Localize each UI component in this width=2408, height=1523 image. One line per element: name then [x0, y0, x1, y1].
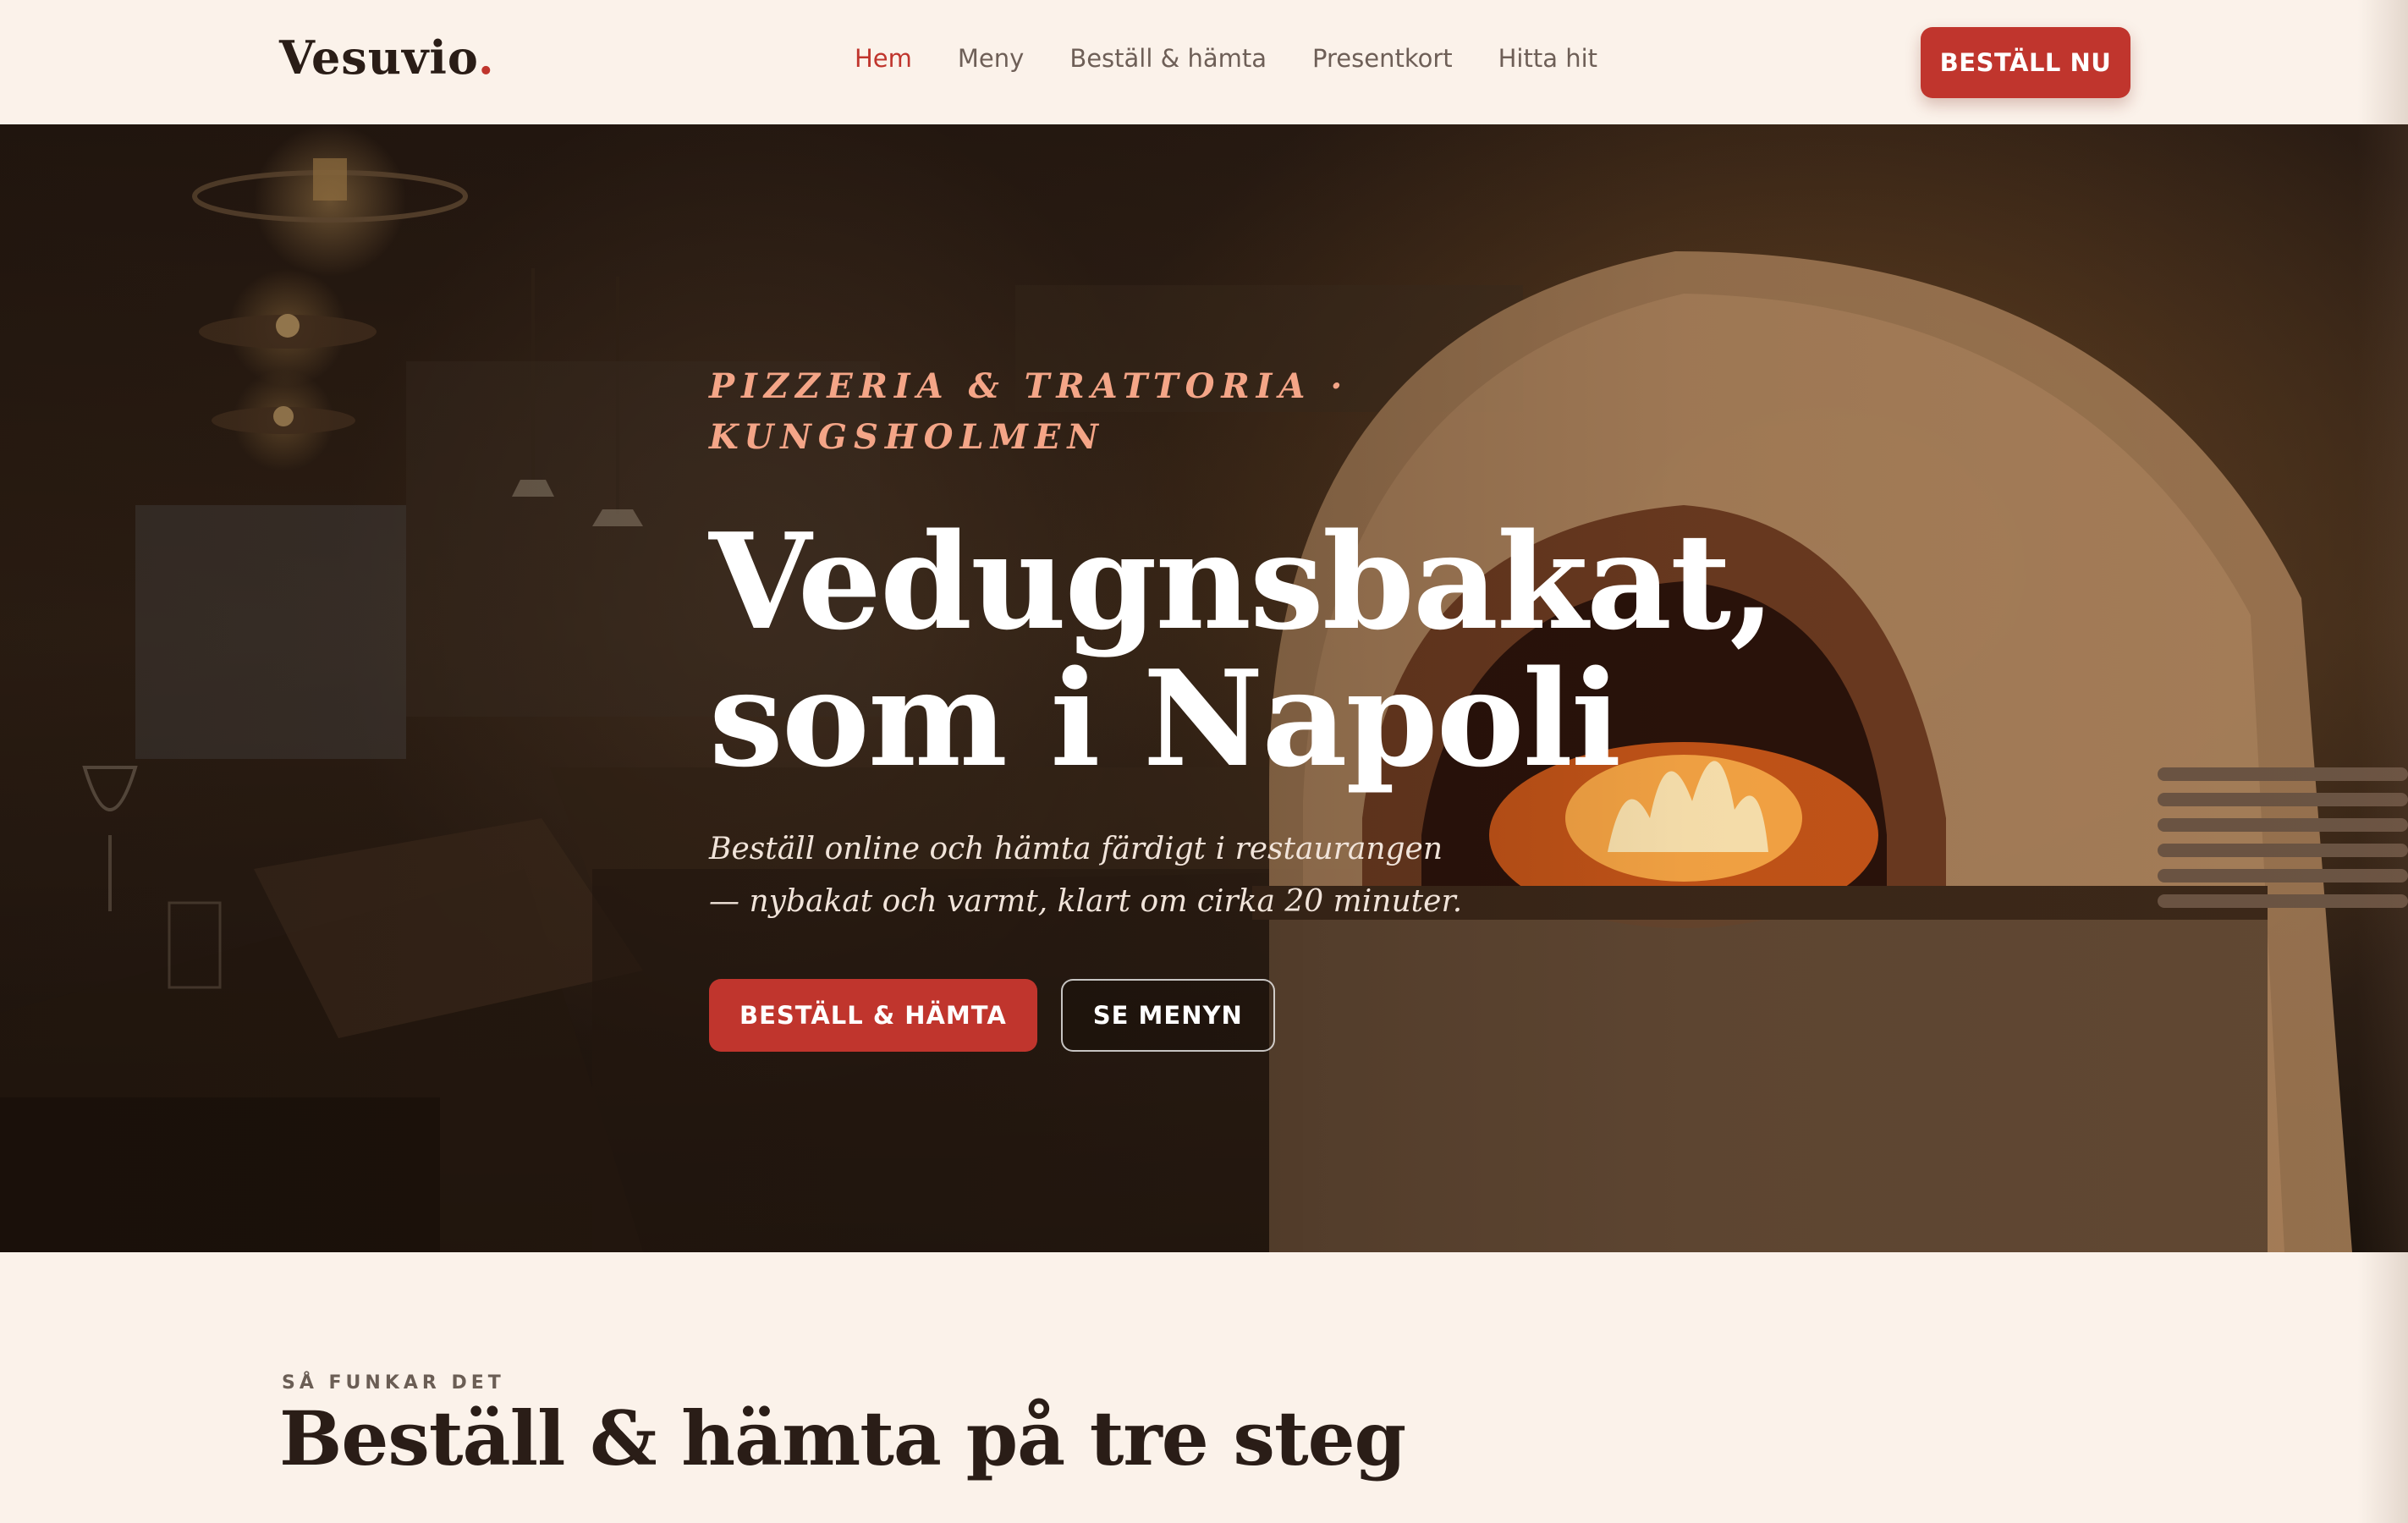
nav-link-meny[interactable]: Meny [958, 44, 1024, 73]
hero-headline-line-1: Vedugnsbakat, [709, 504, 1776, 659]
hero-buttons: BESTÄLL & HÄMTA SE MENYN [709, 979, 1809, 1052]
nav-links: Hem Meny Beställ & hämta Presentkort Hit… [855, 44, 1597, 73]
hero-eyebrow: PIZZERIA & TRATTORIA · KUNGSHOLMEN [709, 366, 1350, 457]
hero-headline: Vedugnsbakat, som i Napoli [709, 514, 1809, 788]
nav-link-presentkort[interactable]: Presentkort [1312, 44, 1453, 73]
order-now-button[interactable]: BESTÄLL NU [1921, 27, 2130, 98]
hero-headline-line-2: som i Napoli [709, 641, 1621, 796]
top-navigation: Vesuvio. Hem Meny Beställ & hämta Presen… [0, 0, 2408, 124]
hero-section: PIZZERIA & TRATTORIA · KUNGSHOLMEN Vedug… [0, 124, 2408, 1252]
steps-title: Beställ & hämta på tre steg [279, 1394, 1406, 1482]
nav-link-hitta-hit[interactable]: Hitta hit [1498, 44, 1597, 73]
see-menu-button[interactable]: SE MENYN [1060, 979, 1275, 1052]
nav-link-bestall-hamta[interactable]: Beställ & hämta [1069, 44, 1267, 73]
order-pickup-button[interactable]: BESTÄLL & HÄMTA [709, 979, 1037, 1052]
logo-dot: . [477, 30, 495, 85]
nav-link-hem[interactable]: Hem [855, 44, 912, 73]
logo[interactable]: Vesuvio. [279, 30, 495, 85]
hero-content: PIZZERIA & TRATTORIA · KUNGSHOLMEN Vedug… [709, 361, 1809, 1052]
logo-text: Vesuvio [279, 30, 478, 85]
hero-lead: Beställ online och hämta färdigt i resta… [709, 832, 1463, 919]
steps-eyebrow: SÅ FUNKAR DET [282, 1372, 505, 1394]
